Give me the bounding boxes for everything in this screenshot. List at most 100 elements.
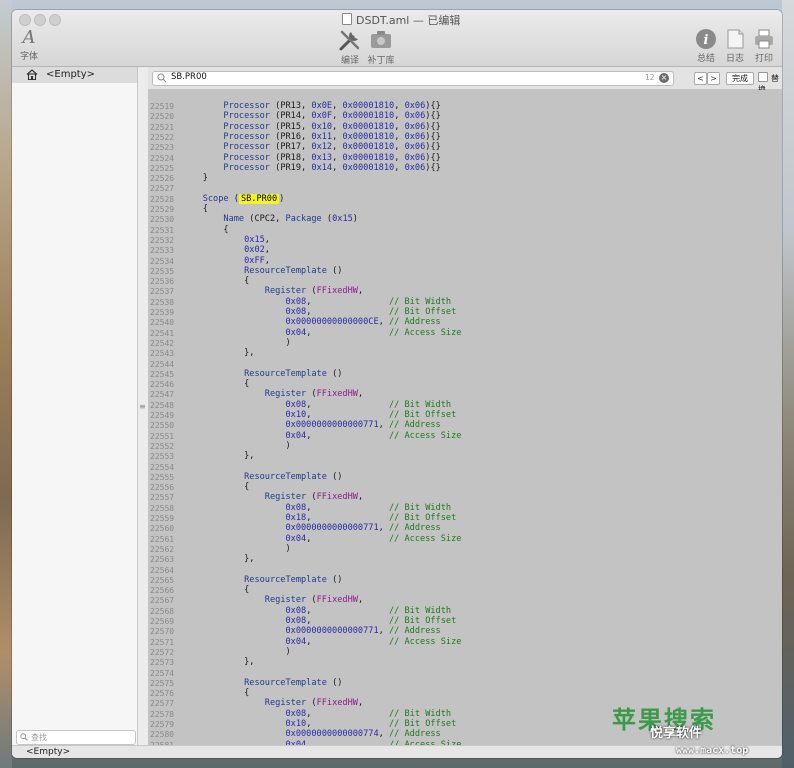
- code-line: },: [182, 348, 255, 359]
- code-line: Processor (PR18, 0x13, 0x00001810, 0x06)…: [223, 152, 441, 163]
- code-line: 0x10, // Bit Offset: [285, 410, 457, 420]
- code-line: 0x08, // Bit Width: [285, 708, 452, 719]
- font-button[interactable]: A 字体: [18, 28, 40, 63]
- code-line: 0x08, // Bit Offset: [285, 616, 457, 626]
- code-line: 0x0000000000000771, // Address: [285, 626, 441, 637]
- line-number: 22552: [150, 441, 175, 451]
- line-number: 22540: [150, 318, 175, 328]
- code-editor[interactable]: 22519 22520 22521 22522 22523 22524 22525 22526…: [148, 90, 782, 745]
- clear-search-icon[interactable]: ×: [659, 73, 669, 83]
- sidebar-search-input[interactable]: 查找: [16, 730, 136, 745]
- line-number: 22562: [150, 544, 175, 554]
- status-bar: <Empty>: [12, 745, 782, 758]
- done-button[interactable]: 完成: [726, 72, 754, 85]
- window-title: DSDT.aml — 已编辑: [342, 12, 460, 28]
- line-number: 22574: [150, 668, 175, 678]
- sidebar-item-empty[interactable]: <Empty>: [12, 67, 137, 83]
- desktop-background-right: [782, 0, 794, 768]
- code-line: Scope (SB.PR00): [202, 193, 285, 204]
- patch-icon: [371, 31, 391, 48]
- zoom-window-button[interactable]: [49, 14, 61, 26]
- line-number: 22572: [150, 647, 175, 657]
- next-match-button[interactable]: >: [707, 72, 720, 85]
- line-number: 22551: [150, 431, 175, 441]
- watermark-url: www.macx.top: [676, 745, 749, 756]
- compile-button[interactable]: 编译: [335, 28, 365, 66]
- titlebar: DSDT.aml — 已编辑 A 字体 编译 补丁库 i 总结 日志 打印: [12, 10, 782, 67]
- code-line: 0x08, // Bit Width: [285, 605, 452, 616]
- line-number: 22559: [150, 514, 175, 523]
- code-line: Processor (PR19, 0x14, 0x00001810, 0x06)…: [223, 162, 441, 173]
- code-line: Processor (PR15, 0x10, 0x00001810, 0x06)…: [223, 121, 441, 132]
- line-number: 22531: [150, 225, 175, 235]
- code-line: 0x0000000000000774, // Address: [285, 729, 441, 740]
- line-number: 22529: [150, 205, 175, 214]
- code-line: {: [182, 204, 208, 214]
- log-button[interactable]: 日志: [723, 28, 747, 64]
- print-button[interactable]: 打印: [752, 28, 776, 64]
- code-line: ResourceTemplate (): [244, 471, 343, 482]
- code-line: ): [182, 543, 291, 554]
- line-number: 22563: [150, 555, 175, 565]
- line-number: 22555: [150, 472, 175, 482]
- code-line: {: [182, 482, 250, 493]
- code-line: Register (FFixedHW,: [264, 595, 364, 606]
- line-number: 22526: [150, 174, 175, 184]
- line-number: 22530: [150, 215, 175, 225]
- line-number: 22523: [150, 143, 175, 153]
- line-number: 22545: [150, 369, 175, 379]
- code-line: Register (FFixedHW,: [264, 286, 364, 297]
- line-number: 22573: [150, 658, 175, 668]
- summary-button[interactable]: i 总结: [694, 28, 718, 64]
- code-line: 0x10, // Bit Offset: [285, 719, 457, 729]
- patch-button[interactable]: 补丁库: [366, 28, 396, 66]
- app-window: DSDT.aml — 已编辑 A 字体 编译 补丁库 i 总结 日志 打印 <E…: [12, 10, 782, 758]
- code-line: {: [182, 688, 250, 699]
- code-line: 0x0000000000000771, // Address: [285, 420, 441, 431]
- status-label: <Empty>: [26, 747, 71, 757]
- line-number: 22549: [150, 411, 175, 420]
- code-line: 0x08, // Bit Width: [285, 502, 452, 513]
- line-number: 22536: [150, 277, 175, 287]
- line-number: 22571: [150, 637, 175, 647]
- window-title-text: DSDT.aml: [356, 14, 410, 27]
- log-label: 日志: [725, 54, 744, 64]
- find-input[interactable]: SB.PR00 12 ×: [152, 71, 674, 86]
- line-number: 22520: [150, 112, 175, 122]
- split-view-divider[interactable]: ≡: [138, 67, 148, 745]
- line-number: 22542: [150, 338, 175, 348]
- minimize-window-button[interactable]: [34, 14, 46, 26]
- code-line: 0x04, // Access Size: [285, 327, 462, 338]
- code-line: {: [182, 224, 229, 235]
- code-line: Processor (PR14, 0x0F, 0x00001810, 0x06)…: [223, 111, 441, 122]
- line-number: 22568: [150, 606, 175, 616]
- code-line: Register (FFixedHW,: [264, 492, 364, 503]
- line-number: 22550: [150, 421, 175, 431]
- code-line: 0x0000000000000771, // Address: [285, 523, 441, 534]
- print-label: 打印: [754, 54, 773, 64]
- line-number: 22579: [150, 720, 175, 729]
- code-line: Register (FFixedHW,: [264, 389, 364, 400]
- code-line: },: [182, 657, 255, 668]
- svg-text:i: i: [704, 33, 709, 48]
- code-line: Register (FFixedHW,: [264, 698, 364, 709]
- code-line: ResourceTemplate (): [244, 368, 343, 379]
- code-line: 0x00000000000000CE, // Address: [285, 317, 441, 328]
- code-line: },: [182, 554, 255, 565]
- code-line: 0x15,: [244, 234, 270, 245]
- line-number: 22533: [150, 246, 175, 256]
- code-line: {: [182, 585, 250, 596]
- line-number: 22539: [150, 308, 175, 317]
- previous-match-button[interactable]: <: [694, 72, 707, 85]
- line-number: 22564: [150, 565, 175, 575]
- code-line: Name (CPC2, Package (0x15): [223, 214, 358, 225]
- code-line: 0x04, // Access Size: [285, 533, 462, 544]
- line-number: 22575: [150, 678, 175, 688]
- code-line: }: [182, 173, 208, 184]
- line-number: 22534: [150, 256, 175, 266]
- line-number: 22570: [150, 627, 175, 637]
- find-bar: SB.PR00 12 × < > 完成 替换: [148, 67, 782, 94]
- close-window-button[interactable]: [19, 14, 31, 26]
- line-number: 22576: [150, 689, 175, 699]
- sidebar-search-placeholder: 查找: [31, 733, 47, 742]
